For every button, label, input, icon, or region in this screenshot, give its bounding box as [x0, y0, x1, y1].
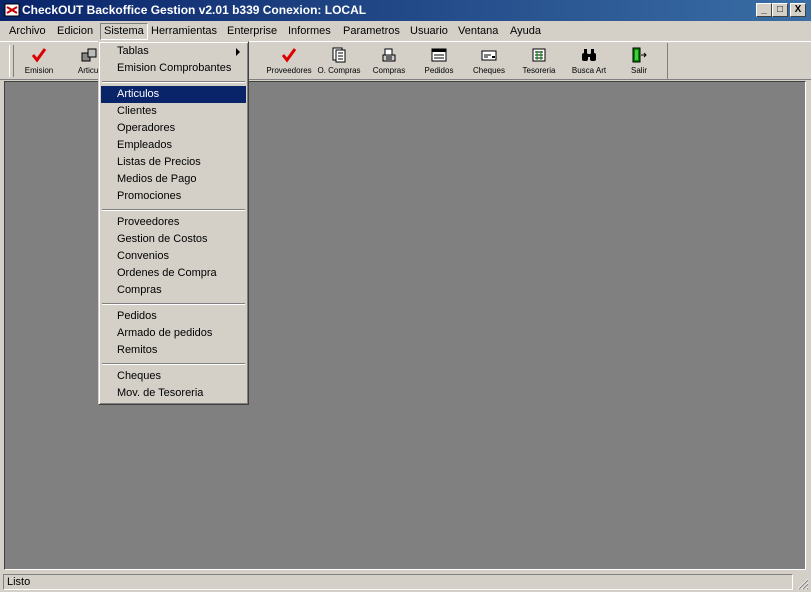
menu-ventana[interactable]: Ventana — [458, 24, 498, 39]
close-button[interactable]: X — [790, 3, 806, 17]
toolbar-ocompras-button[interactable]: O. Compras — [315, 47, 363, 79]
menu-separator — [102, 81, 245, 83]
menu-bar: Archivo Edicion Sistema Herramientas Ent… — [0, 21, 811, 41]
toolbar-buscaart-button[interactable]: Busca Art — [565, 47, 613, 79]
toolbar-label: Salir — [630, 66, 647, 75]
register-icon — [382, 48, 396, 62]
menu-item-label: Medios de Pago — [117, 173, 197, 185]
binoculars-icon — [582, 49, 596, 61]
menu-herramientas[interactable]: Herramientas — [151, 24, 217, 39]
menu-item-empleados[interactable]: Empleados — [101, 137, 246, 154]
status-bar: Listo — [0, 573, 811, 592]
menu-item-label: Mov. de Tesoreria — [117, 387, 204, 399]
menu-item-convenios[interactable]: Convenios — [101, 248, 246, 265]
size-grip-icon[interactable] — [797, 578, 809, 590]
document-icon — [332, 47, 346, 63]
menu-item-mov-de-tesoreria[interactable]: Mov. de Tesoreria — [101, 385, 246, 402]
toolbar-pedidos-button[interactable]: Pedidos — [415, 47, 463, 79]
menu-item-label: Emision Comprobantes — [117, 62, 232, 74]
menu-item-proveedores[interactable]: Proveedores — [101, 214, 246, 231]
checkmark-icon — [281, 48, 297, 63]
menu-item-compras[interactable]: Compras — [101, 282, 246, 299]
app-icon — [4, 3, 20, 17]
menu-item-label: Compras — [117, 284, 162, 296]
menu-item-label: Listas de Precios — [117, 156, 201, 168]
menu-item-label: Articulos — [117, 88, 160, 100]
menu-item-medios-de-pago[interactable]: Medios de Pago — [101, 171, 246, 188]
checkmark-icon — [31, 48, 47, 63]
title-bar[interactable]: CheckOUT Backoffice Gestion v2.01 b339 C… — [0, 0, 811, 21]
sistema-dropdown: Tablas Emision Comprobantes Articulos Cl… — [98, 41, 249, 405]
menu-item-cheques[interactable]: Cheques — [101, 368, 246, 385]
calculator-icon — [532, 48, 546, 62]
menu-separator — [102, 303, 245, 305]
toolbar-proveedores-button[interactable]: Proveedores — [265, 47, 313, 79]
menu-item-promociones[interactable]: Promociones — [101, 188, 246, 205]
menu-item-label: Clientes — [117, 105, 157, 117]
menu-item-gestion-de-costos[interactable]: Gestion de Costos — [101, 231, 246, 248]
menu-item-armado-de-pedidos[interactable]: Armado de pedidos — [101, 325, 246, 342]
toolbar-emision-button[interactable]: Emision — [15, 47, 63, 79]
menu-usuario[interactable]: Usuario — [410, 24, 448, 39]
menu-informes[interactable]: Informes — [288, 24, 331, 39]
menu-separator — [102, 363, 245, 365]
menu-item-label: Operadores — [117, 122, 176, 134]
menu-item-pedidos[interactable]: Pedidos — [101, 308, 246, 325]
submenu-arrow-icon — [236, 48, 240, 56]
menu-item-label: Tablas — [117, 45, 149, 57]
menu-parametros[interactable]: Parametros — [343, 24, 400, 39]
menu-item-listas-de-precios[interactable]: Listas de Precios — [101, 154, 246, 171]
toolbar-salir-button[interactable]: Salir — [615, 47, 663, 79]
menu-enterprise[interactable]: Enterprise — [227, 24, 277, 39]
menu-ayuda[interactable]: Ayuda — [510, 24, 541, 39]
menu-edicion[interactable]: Edicion — [57, 24, 93, 39]
menu-item-label: Remitos — [117, 344, 158, 356]
toolbar-label: Tesoreria — [522, 66, 556, 75]
cheque-icon — [481, 50, 497, 61]
toolbar-cheques-button[interactable]: Cheques — [465, 47, 513, 79]
toolbar-label: Proveedores — [266, 66, 312, 75]
maximize-button[interactable]: □ — [772, 3, 788, 17]
menu-item-articulos[interactable]: Articulos — [101, 86, 246, 103]
window-icon — [431, 48, 447, 62]
menu-item-label: Armado de pedidos — [117, 327, 213, 339]
menu-item-label: Gestion de Costos — [117, 233, 208, 245]
menu-archivo[interactable]: Archivo — [9, 24, 46, 39]
menu-item-emision-comprobantes[interactable]: Emision Comprobantes — [101, 60, 246, 77]
toolbar-label: Pedidos — [424, 66, 454, 75]
toolbar-label: Emision — [24, 66, 54, 75]
menu-item-label: Pedidos — [117, 310, 157, 322]
menu-item-clientes[interactable]: Clientes — [101, 103, 246, 120]
menu-item-label: Cheques — [117, 370, 162, 382]
menu-sistema[interactable]: Sistema — [100, 23, 148, 40]
menu-item-label: Ordenes de Compra — [117, 267, 217, 279]
menu-item-label: Promociones — [117, 190, 182, 202]
menu-item-label: Empleados — [117, 139, 173, 151]
toolbar-label: O. Compras — [317, 66, 361, 75]
menu-item-ordenes-de-compra[interactable]: Ordenes de Compra — [101, 265, 246, 282]
menu-item-remitos[interactable]: Remitos — [101, 342, 246, 359]
status-text: Listo — [7, 576, 31, 588]
menu-item-tablas[interactable]: Tablas — [101, 43, 246, 60]
menu-item-label: Proveedores — [117, 216, 180, 228]
articulos-icon — [81, 48, 97, 62]
menu-item-operadores[interactable]: Operadores — [101, 120, 246, 137]
exit-door-icon — [632, 47, 647, 63]
toolbar-label: Compras — [372, 66, 406, 75]
toolbar-compras-button[interactable]: Compras — [365, 47, 413, 79]
status-panel: Listo — [3, 574, 793, 590]
toolbar-label: Busca Art — [571, 66, 607, 75]
menu-item-label: Convenios — [117, 250, 169, 262]
menu-separator — [102, 209, 245, 211]
toolbar-tesoreria-button[interactable]: Tesoreria — [515, 47, 563, 79]
window-title: CheckOUT Backoffice Gestion v2.01 b339 C… — [22, 3, 367, 17]
toolbar-label: Cheques — [472, 66, 506, 75]
minimize-button[interactable]: _ — [756, 3, 772, 17]
